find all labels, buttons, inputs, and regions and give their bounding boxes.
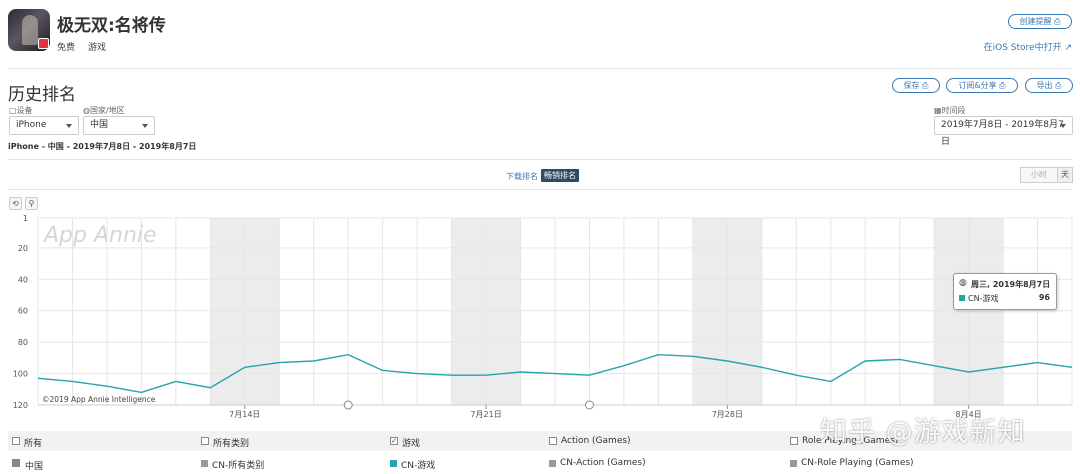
legend-swatch-all-categories — [201, 460, 208, 467]
date-range-select[interactable]: 2019年7月8日 - 2019年8月7日 — [934, 116, 1073, 147]
y-tick-label: 40 — [18, 275, 28, 284]
zhihu-watermark: 知乎 @游戏新知 — [820, 417, 1026, 448]
tabs-divider — [8, 189, 1072, 190]
checkbox-action-games[interactable] — [549, 437, 557, 445]
granularity-day[interactable]: 天 — [1057, 167, 1073, 183]
x-tick-label: 7月21日 — [470, 410, 501, 419]
collapse-country-icon[interactable] — [12, 459, 20, 467]
page-title: 历史排名 — [8, 85, 76, 105]
chevron-down-icon — [66, 124, 72, 128]
granularity-hour[interactable]: 小时 — [1020, 167, 1058, 183]
app-store-badge — [38, 38, 49, 49]
series-rpg-games[interactable]: CN-Role Playing (Games) — [801, 458, 914, 468]
y-tick-label: 20 — [18, 244, 28, 253]
export-button[interactable]: 导出 ⎙ — [1025, 78, 1073, 93]
globe-icon: ◍ — [959, 278, 967, 288]
tooltip-value: 96 — [1038, 293, 1050, 302]
legend-all-categories: 所有类别 — [213, 439, 250, 449]
y-tick-label: 60 — [18, 307, 28, 316]
checkbox-games[interactable]: ✓ — [390, 437, 398, 445]
save-button[interactable]: 保存 ⎙ — [892, 78, 940, 93]
legend-country: 中国 — [25, 462, 44, 472]
annotation-marker — [343, 400, 353, 410]
legend-swatch-games — [390, 460, 397, 467]
date-range-label: ▦时间段 — [934, 106, 966, 115]
country-select[interactable]: 中国 — [83, 116, 155, 135]
country-select-value: 中国 — [90, 120, 109, 130]
tooltip-series-swatch — [959, 295, 965, 301]
chart-watermark: App Annie — [42, 223, 157, 248]
legend-swatch-action — [549, 460, 556, 467]
checkbox-all[interactable] — [12, 437, 20, 445]
legend-country-row: 中国 CN-所有类别 CN-游戏 CN-Action (Games) CN-Ro… — [8, 454, 1072, 472]
chart-copyright: ©2019 App Annie Intelligence — [42, 395, 156, 404]
x-tick-label: 7月14日 — [229, 410, 260, 419]
reset-zoom-icon[interactable]: ⟲ — [9, 197, 22, 210]
legend-action-games: Action (Games) — [561, 436, 631, 446]
app-icon-figure — [22, 15, 38, 45]
legend-games: 游戏 — [402, 439, 421, 449]
zoom-icon[interactable]: ⚲ — [25, 197, 38, 210]
app-category: 游戏 — [88, 43, 107, 53]
tab-downloads[interactable]: 下载排名 — [506, 171, 538, 182]
y-tick-label: 1 — [23, 214, 28, 223]
legend-swatch-rpg — [790, 460, 797, 467]
create-alert-button[interactable]: 创建提醒 ⎙ — [1008, 14, 1072, 29]
device-select-value: iPhone — [16, 120, 47, 130]
chevron-down-icon — [142, 124, 148, 128]
chevron-down-icon — [1060, 124, 1066, 128]
tab-grossing[interactable]: 畅销排名 — [541, 169, 579, 182]
legend-all: 所有 — [24, 439, 43, 449]
country-label: ◍国家/地区 — [83, 106, 125, 115]
device-select[interactable]: iPhone — [9, 116, 79, 135]
series-all-categories[interactable]: CN-所有类别 — [212, 458, 264, 471]
checkbox-rpg-games[interactable] — [790, 437, 798, 445]
chart-tooltip: ◍ 周三, 2019年8月7日 CN-游戏 96 — [953, 273, 1057, 310]
rank-chart-svg: 1204060801001207月14日 7月21日 7月28日 8月4日App An… — [13, 214, 1073, 419]
date-range-value: 2019年7月8日 - 2019年8月7日 — [941, 120, 1064, 147]
chart-subtitle: iPhone - 中国 - 2019年7月8日 - 2019年8月7日 — [8, 142, 197, 151]
series-games[interactable]: CN-游戏 — [401, 458, 435, 471]
subscribe-share-button[interactable]: 订阅&分享 ⎙ — [946, 78, 1018, 93]
rank-chart: 1 20 40 60 80 100 120 7月14日 7月21日 7月28日 8月4日 App An… — [0, 210, 1080, 425]
app-icon — [8, 9, 50, 51]
ios-store-link[interactable]: 在iOS Store中打开 ↗ — [984, 40, 1072, 53]
series-action-games[interactable]: CN-Action (Games) — [560, 458, 646, 468]
y-tick-label: 100 — [13, 370, 28, 379]
app-price: 免费 — [57, 43, 76, 53]
y-tick-label: 80 — [18, 338, 28, 347]
app-title: 极无双:名将传 — [57, 16, 166, 36]
annotation-marker — [584, 400, 594, 410]
x-tick-label: 7月28日 — [712, 410, 743, 419]
filters-divider — [8, 159, 1072, 160]
y-tick-label: 120 — [13, 401, 28, 410]
tooltip-series-label: CN-游戏 — [968, 294, 999, 303]
checkbox-all-categories[interactable] — [201, 437, 209, 445]
tooltip-date: 周三, 2019年8月7日 — [971, 280, 1051, 289]
header-divider — [8, 68, 1072, 69]
device-label: ▢设备 — [9, 106, 33, 115]
